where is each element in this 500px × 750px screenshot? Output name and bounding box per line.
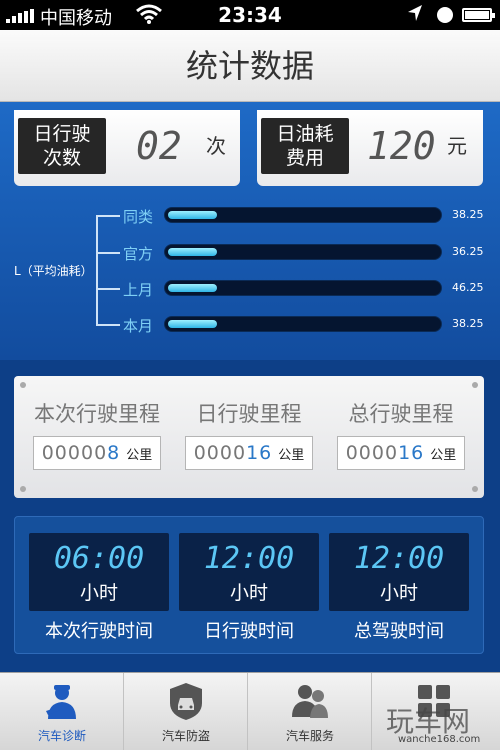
tab-car-diagnosis[interactable]: 汽车诊断	[0, 673, 124, 750]
bracket-tick	[96, 324, 120, 326]
daily-mileage-unit: 公里	[278, 447, 305, 463]
trip-time-card: 06:00 小时	[29, 533, 169, 611]
daily-trips-value: 02	[136, 124, 182, 168]
total-mileage-value: 000016	[345, 442, 425, 464]
daily-fuel-cost-value: 120	[367, 124, 436, 168]
fuel-bar-this-month	[164, 316, 442, 332]
daily-mileage-display: 000016 公里	[185, 436, 313, 470]
bar-value-this-month: 38.25	[452, 317, 484, 330]
chart-bracket	[96, 215, 98, 326]
tab-label: 汽车诊断	[37, 729, 86, 743]
tab-label: 汽车服务	[285, 729, 334, 743]
total-time-label: 总驾驶时间	[354, 621, 444, 642]
tab-label: 汽车防盗	[161, 729, 210, 743]
battery-icon	[462, 8, 495, 22]
clock-icon	[437, 7, 453, 23]
daily-time-value: 12:00	[203, 541, 295, 576]
tab-car-antitheft[interactable]: 汽车防盗	[124, 673, 248, 750]
fuel-bar-similar	[164, 207, 442, 223]
daily-mileage-title: 日行驶里程	[196, 402, 302, 426]
bracket-tick	[96, 215, 120, 217]
daily-trips-card: 日行驶 次数 02 次	[14, 110, 240, 186]
screw	[472, 382, 478, 388]
daily-mileage-value: 000016	[193, 442, 273, 464]
total-time-unit: 小时	[379, 582, 418, 604]
people-icon	[290, 681, 330, 721]
location-arrow-icon	[407, 4, 423, 27]
total-mileage: 总行驶里程 000016 公里	[326, 398, 476, 470]
total-mileage-title: 总行驶里程	[348, 402, 454, 426]
screw	[472, 486, 478, 492]
trip-time-label: 本次行驶时间	[45, 621, 153, 642]
screw	[20, 382, 26, 388]
fuel-axis-label: L（平均油耗）	[14, 264, 93, 278]
total-mileage-unit: 公里	[430, 447, 457, 463]
status-bar: 中国移动 23:34	[0, 0, 500, 30]
daily-mileage: 日行驶里程 000016 公里	[174, 398, 324, 470]
daily-time-unit: 小时	[229, 582, 268, 604]
mileage-panel: 本次行驶里程 000008 公里 日行驶里程 000016 公里 总行驶里程 0…	[14, 376, 484, 498]
trip-mileage-value: 000008	[41, 442, 121, 464]
screw	[20, 486, 26, 492]
watermark-url: wanche168.com	[398, 734, 481, 745]
bar-label-similar: 同类	[123, 208, 154, 226]
trip-time-value: 06:00	[53, 541, 145, 576]
status-time: 23:34	[218, 3, 282, 27]
car-shield-icon	[166, 681, 206, 721]
total-time-value: 12:00	[353, 541, 445, 576]
daily-fuel-cost-card: 日油耗 费用 120 元	[257, 110, 483, 186]
trip-time-unit: 小时	[79, 582, 118, 604]
total-mileage-display: 000016 公里	[337, 436, 465, 470]
daily-fuel-cost-unit: 元	[447, 134, 467, 158]
total-time-card: 12:00 小时	[329, 533, 469, 611]
daily-time-card: 12:00 小时	[179, 533, 319, 611]
fuel-stats-section: 日行驶 次数 02 次 日油耗 费用 120 元 L（平均油耗） 同类 38.25 …	[0, 102, 500, 360]
bracket-tick	[96, 288, 120, 290]
bracket-tick	[96, 252, 120, 254]
daily-fuel-cost-label: 日油耗 费用	[261, 118, 349, 174]
bar-value-last-month: 46.25	[452, 281, 484, 294]
bar-fill	[168, 284, 217, 292]
page-title: 统计数据	[185, 47, 314, 85]
daily-trips-label: 日行驶 次数	[18, 118, 106, 174]
trip-mileage-title: 本次行驶里程	[34, 402, 160, 426]
driving-time-panel: 06:00 小时 本次行驶时间 12:00 小时 日行驶时间 12:00 小时 …	[14, 516, 484, 654]
daily-trips-unit: 次	[206, 134, 226, 158]
bar-fill	[168, 211, 217, 219]
bar-value-similar: 38.25	[452, 208, 484, 221]
bar-value-official: 36.25	[452, 245, 484, 258]
bar-label-last-month: 上月	[123, 281, 154, 299]
mechanic-icon	[42, 681, 82, 721]
trip-mileage-unit: 公里	[126, 447, 153, 463]
bar-label-official: 官方	[123, 245, 154, 263]
bar-fill	[168, 248, 217, 256]
fuel-bar-official	[164, 244, 442, 260]
fuel-bar-last-month	[164, 280, 442, 296]
bar-label-this-month: 本月	[123, 317, 154, 335]
bar-fill	[168, 320, 217, 328]
trip-mileage-display: 000008 公里	[33, 436, 161, 470]
daily-time-label: 日行驶时间	[204, 621, 294, 642]
nav-bar: 统计数据	[0, 30, 500, 102]
trip-mileage: 本次行驶里程 000008 公里	[22, 398, 172, 470]
tab-car-service[interactable]: 汽车服务	[248, 673, 372, 750]
